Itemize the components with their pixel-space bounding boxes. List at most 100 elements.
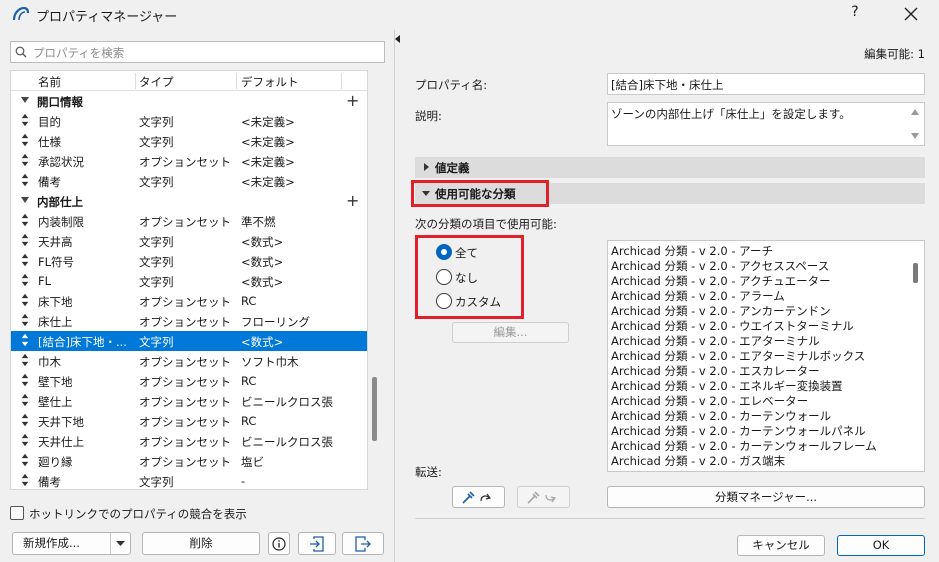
scroll-down-icon[interactable]	[911, 133, 919, 139]
classification-item[interactable]: Archicad 分類 - v 2.0 - エアターミナルボックス	[611, 348, 865, 364]
drag-handle-icon[interactable]	[21, 174, 29, 186]
drag-handle-icon[interactable]	[21, 234, 29, 246]
property-type-cell: オプションセット	[139, 355, 231, 369]
table-row[interactable]: 承認状況 オプションセット <未定義>	[11, 151, 367, 171]
classification-item[interactable]: Archicad 分類 - v 2.0 - カーテンウォールフレーム	[611, 438, 877, 454]
table-row[interactable]: 仕様 文字列 <未定義>	[11, 131, 367, 151]
drag-handle-icon[interactable]	[21, 214, 29, 226]
classification-item[interactable]: Archicad 分類 - v 2.0 - アンカーテンドン	[611, 303, 831, 319]
table-row[interactable]: 巾木 オプションセット ソフト巾木	[11, 351, 367, 371]
table-row[interactable]: 壁仕上 オプションセット ビニールクロス張	[11, 391, 367, 411]
classification-item[interactable]: Archicad 分類 - v 2.0 - エレベーター	[611, 393, 808, 409]
add-property-button[interactable]: +	[346, 191, 359, 210]
export-button[interactable]	[342, 532, 384, 555]
import-button[interactable]	[298, 532, 336, 555]
drag-handle-icon[interactable]	[21, 254, 29, 266]
list-scrollbar-thumb[interactable]	[913, 263, 918, 283]
add-property-button[interactable]: +	[346, 91, 359, 110]
property-name-label: プロパティ名:	[415, 78, 488, 92]
classification-item[interactable]: Archicad 分類 - v 2.0 - ウエイストターミナル	[611, 318, 854, 334]
classification-item[interactable]: Archicad 分類 - v 2.0 - エアターミナル	[611, 333, 820, 349]
table-row[interactable]: [結合]床下地・... 文字列 <数式>	[11, 331, 367, 351]
drag-handle-icon[interactable]	[21, 434, 29, 446]
column-header-type[interactable]: タイプ	[139, 74, 174, 90]
table-row[interactable]: 目的 文字列 <未定義>	[11, 111, 367, 131]
drag-handle-icon[interactable]	[21, 414, 29, 426]
info-icon	[272, 537, 286, 551]
info-button[interactable]	[268, 532, 290, 555]
table-row[interactable]: FL符号 文字列 <数式>	[11, 251, 367, 271]
classification-item[interactable]: Archicad 分類 - v 2.0 - アクチュエーター	[611, 273, 831, 289]
table-row[interactable]: 天井仕上 オプションセット ビニールクロス張	[11, 431, 367, 451]
chevron-down-icon[interactable]	[116, 541, 125, 547]
drag-handle-icon[interactable]	[21, 454, 29, 466]
table-row[interactable]: 天井下地 オプションセット RC	[11, 411, 367, 431]
table-row[interactable]: 内装制限 オプションセット 準不燃	[11, 211, 367, 231]
transfer-label: 転送:	[415, 465, 442, 479]
property-type-cell: 文字列	[139, 255, 174, 269]
scroll-up-icon[interactable]	[911, 109, 919, 115]
section-value-definition[interactable]: 値定義	[415, 157, 925, 178]
property-name-cell: 壁仕上	[38, 395, 73, 409]
checkbox-box[interactable]	[10, 506, 24, 520]
radio-circle[interactable]	[436, 269, 452, 285]
column-header-default[interactable]: デフォルト	[241, 74, 299, 90]
table-row[interactable]: 床仕上 オプションセット フローリング	[11, 311, 367, 331]
ok-button[interactable]: OK	[837, 535, 925, 556]
property-default-cell: 塩ビ	[241, 455, 264, 469]
table-row[interactable]: 備考 文字列 <未定義>	[11, 171, 367, 191]
cancel-button[interactable]: キャンセル	[737, 535, 825, 556]
search-input[interactable]: プロパティを検索	[10, 41, 385, 63]
edit-button[interactable]: 編集...	[452, 322, 569, 343]
table-group-row[interactable]: 開口情報 +	[11, 91, 367, 111]
table-row[interactable]: 備考 文字列 -	[11, 471, 367, 489]
transfer-inject-button[interactable]	[517, 486, 570, 508]
close-icon[interactable]	[900, 4, 922, 24]
table-row[interactable]: 壁下地 オプションセット RC	[11, 371, 367, 391]
panel-divider[interactable]	[394, 30, 395, 562]
chevron-down-icon[interactable]	[21, 197, 29, 203]
radio-circle[interactable]	[436, 244, 452, 260]
classification-item[interactable]: Archicad 分類 - v 2.0 - カーテンウォール	[611, 408, 831, 424]
editable-count: 編集可能: 1	[864, 47, 925, 61]
table-group-row[interactable]: 内部仕上 +	[11, 191, 367, 211]
scrollbar-thumb[interactable]	[372, 377, 377, 441]
classification-item[interactable]: Archicad 分類 - v 2.0 - カーテンウォールパネル	[611, 423, 866, 439]
drag-handle-icon[interactable]	[21, 114, 29, 126]
classification-item[interactable]: Archicad 分類 - v 2.0 - アーチ	[611, 243, 773, 259]
drag-handle-icon[interactable]	[21, 154, 29, 166]
classification-list[interactable]: Archicad 分類 - v 2.0 - アーチ Archicad 分類 - v…	[607, 240, 925, 472]
drag-handle-icon[interactable]	[21, 354, 29, 366]
classification-item[interactable]: Archicad 分類 - v 2.0 - エスカレーター	[611, 363, 820, 379]
table-scrollbar[interactable]	[370, 70, 380, 490]
drag-handle-icon[interactable]	[21, 474, 29, 486]
classification-item[interactable]: Archicad 分類 - v 2.0 - アラーム	[611, 288, 785, 304]
drag-handle-icon[interactable]	[21, 334, 29, 346]
classification-item[interactable]: Archicad 分類 - v 2.0 - ガス端末	[611, 453, 785, 469]
chevron-down-icon[interactable]	[21, 97, 29, 103]
classification-item[interactable]: Archicad 分類 - v 2.0 - アクセススペース	[611, 258, 829, 274]
table-row[interactable]: FL 文字列 <数式>	[11, 271, 367, 291]
table-row[interactable]: 天井高 文字列 <数式>	[11, 231, 367, 251]
drag-handle-icon[interactable]	[21, 314, 29, 326]
help-button[interactable]: ?	[845, 4, 865, 20]
table-row[interactable]: 床下地 オプションセット RC	[11, 291, 367, 311]
new-button[interactable]: 新規作成...	[12, 532, 131, 555]
drag-handle-icon[interactable]	[21, 394, 29, 406]
classification-item[interactable]: Archicad 分類 - v 2.0 - エネルギー変換装置	[611, 378, 843, 394]
table-row[interactable]: 廻り縁 オプションセット 塩ビ	[11, 451, 367, 471]
classification-manager-button[interactable]: 分類マネージャー...	[607, 486, 925, 508]
drag-handle-icon[interactable]	[21, 274, 29, 286]
property-default-cell: <数式>	[241, 235, 284, 249]
radio-circle[interactable]	[436, 293, 452, 309]
transfer-pick-button[interactable]	[452, 486, 505, 508]
property-name-field[interactable]: [結合]床下地・床仕上	[607, 73, 925, 95]
drag-handle-icon[interactable]	[21, 374, 29, 386]
property-type-cell: オプションセット	[139, 455, 231, 469]
syringe-icon	[526, 491, 556, 504]
drag-handle-icon[interactable]	[21, 294, 29, 306]
drag-handle-icon[interactable]	[21, 134, 29, 146]
description-field[interactable]: ゾーンの内部仕上げ「床仕上」を設定します。	[607, 102, 925, 146]
column-header-name[interactable]: 名前	[38, 74, 61, 90]
delete-button[interactable]: 削除	[142, 532, 260, 555]
